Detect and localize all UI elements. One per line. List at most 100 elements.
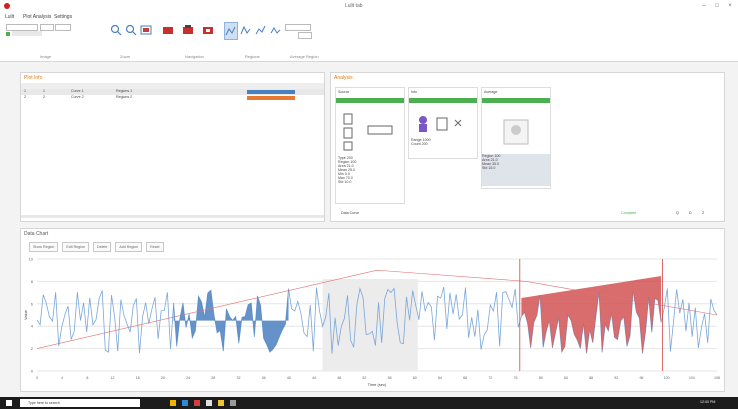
x-tick-label: 44 <box>312 376 316 380</box>
row-check: 2 <box>43 95 45 99</box>
fit-icon[interactable] <box>140 24 152 36</box>
data-chart[interactable]: 02468100 4 8 12 16 20 24 28 32 36 40 44 48 52 56 60 64 68… <box>21 253 724 391</box>
group-label: Zoom <box>120 54 131 59</box>
card-title: Average <box>484 90 498 94</box>
taskbar: Type here to search 12:00 PM <box>0 397 738 409</box>
region-peak2-icon[interactable] <box>255 24 267 36</box>
x-tick-label: 56 <box>388 376 392 380</box>
red-region <box>521 276 662 354</box>
y-axis-label: Value <box>23 309 28 320</box>
x-tick-label: 40 <box>287 376 291 380</box>
analysis-panel: Analysis Source Type 200 Region 100 Area… <box>330 72 725 222</box>
status-button[interactable]: D <box>689 211 692 215</box>
start-icon[interactable] <box>6 400 12 406</box>
x-tick-label: 4 <box>61 376 63 380</box>
status-button[interactable]: Q <box>676 211 679 215</box>
taskbar-search[interactable]: Type here to search <box>20 399 140 407</box>
value-field[interactable] <box>55 24 71 31</box>
x-tick-label: 88 <box>589 376 593 380</box>
app-icon[interactable] <box>218 400 224 406</box>
shaded-region <box>322 279 418 371</box>
status-text: Data Curve <box>341 211 360 215</box>
menu-item[interactable]: Settings <box>54 14 72 20</box>
x-tick-label: 80 <box>539 376 543 380</box>
x-tick-label: 76 <box>514 376 518 380</box>
card-row: Std 10.0 <box>338 180 352 184</box>
navigate-icon[interactable] <box>162 24 174 36</box>
toggle-label[interactable] <box>12 31 42 36</box>
group-label: Image <box>40 54 52 59</box>
x-tick-label: 52 <box>362 376 366 380</box>
delete-button[interactable]: Delete <box>92 242 112 252</box>
app-logo-icon <box>4 3 10 9</box>
card-row: Std 15.0 <box>482 166 496 170</box>
row-name2: Regions 1 <box>116 89 133 93</box>
minimize-icon[interactable]: – <box>699 2 709 10</box>
x-tick-label: 24 <box>186 376 190 380</box>
y-tick-label: 8 <box>31 279 34 284</box>
add-region-button[interactable]: Add Region <box>115 242 143 252</box>
region-peak3-icon[interactable] <box>270 24 282 36</box>
x-tick-label: 68 <box>463 376 467 380</box>
average-field-2[interactable] <box>298 32 312 39</box>
image-icon <box>503 119 529 145</box>
zoom-field[interactable] <box>6 24 38 31</box>
card-status-bar <box>409 98 477 103</box>
x-tick-label: 0 <box>36 376 38 380</box>
y-tick-label: 2 <box>31 346 34 351</box>
x-tick-label: 72 <box>488 376 492 380</box>
x-tick-label: 20 <box>161 376 165 380</box>
average-field[interactable] <box>285 24 311 31</box>
y-tick-label: 6 <box>31 301 34 306</box>
navigate-region-icon[interactable] <box>182 24 194 36</box>
x-axis-label: Time (sec) <box>368 382 387 387</box>
value-field[interactable] <box>40 24 54 31</box>
horizontal-scrollbar[interactable] <box>21 215 324 218</box>
x-tick-label: 48 <box>337 376 341 380</box>
folder-icon[interactable] <box>170 400 176 406</box>
app-icon[interactable] <box>194 400 200 406</box>
ribbon: Image Zoom Navigation Regions Average Re… <box>0 21 738 62</box>
row-color-swatch <box>247 90 295 94</box>
card-title: Info <box>411 90 417 94</box>
analysis-card: Source Type 200 Region 100 Area 21.0 Mea… <box>335 87 405 204</box>
y-tick-label: 10 <box>29 257 34 262</box>
row-name: Curve 1 <box>71 89 84 93</box>
clock: 12:00 PM <box>700 400 716 404</box>
region-line-icon[interactable] <box>224 22 238 40</box>
x-tick-label: 108 <box>714 376 720 380</box>
people-icon <box>419 116 462 132</box>
zoom-out-icon[interactable] <box>125 24 137 36</box>
app-icon[interactable] <box>230 400 236 406</box>
row-name: Curve 2 <box>71 95 84 99</box>
edit-region-button[interactable]: Edit Region <box>62 242 89 252</box>
y-tick-label: 0 <box>31 369 34 374</box>
menu-item[interactable]: Plot Analysis <box>23 14 51 20</box>
close-icon[interactable]: × <box>725 2 735 10</box>
panel-title: Plot Info <box>24 75 43 81</box>
show-region-button[interactable]: Show Region <box>29 242 59 252</box>
region-peak-icon[interactable] <box>240 24 252 36</box>
menu-item[interactable]: Lulit <box>5 14 14 20</box>
x-tick-label: 96 <box>639 376 643 380</box>
status-button[interactable]: Z <box>702 211 704 215</box>
blue-region <box>173 288 289 353</box>
navigate-next-icon[interactable] <box>202 24 214 36</box>
row-name2: Regions 2 <box>116 95 133 99</box>
reset-button[interactable]: Reset <box>146 242 164 252</box>
card-rows: Region 100 Area 21.0 Mean 35.0 Std 15.0 <box>482 154 550 186</box>
panel-title: Data Chart <box>24 231 49 237</box>
row-no: 2 <box>24 95 26 99</box>
y-tick-label: 4 <box>31 324 34 329</box>
app-icon[interactable] <box>206 400 212 406</box>
analysis-card: Info Range 1000 Count 200 <box>408 87 478 159</box>
x-tick-label: 64 <box>438 376 442 380</box>
row-color-swatch <box>247 96 295 100</box>
zoom-in-icon[interactable] <box>110 24 122 36</box>
x-tick-label: 84 <box>564 376 568 380</box>
maximize-icon[interactable]: □ <box>712 2 722 10</box>
browser-icon[interactable] <box>182 400 188 406</box>
card-row: Count 200 <box>411 142 428 146</box>
row-check: 1 <box>43 89 45 93</box>
group-label: Navigation <box>185 54 204 59</box>
